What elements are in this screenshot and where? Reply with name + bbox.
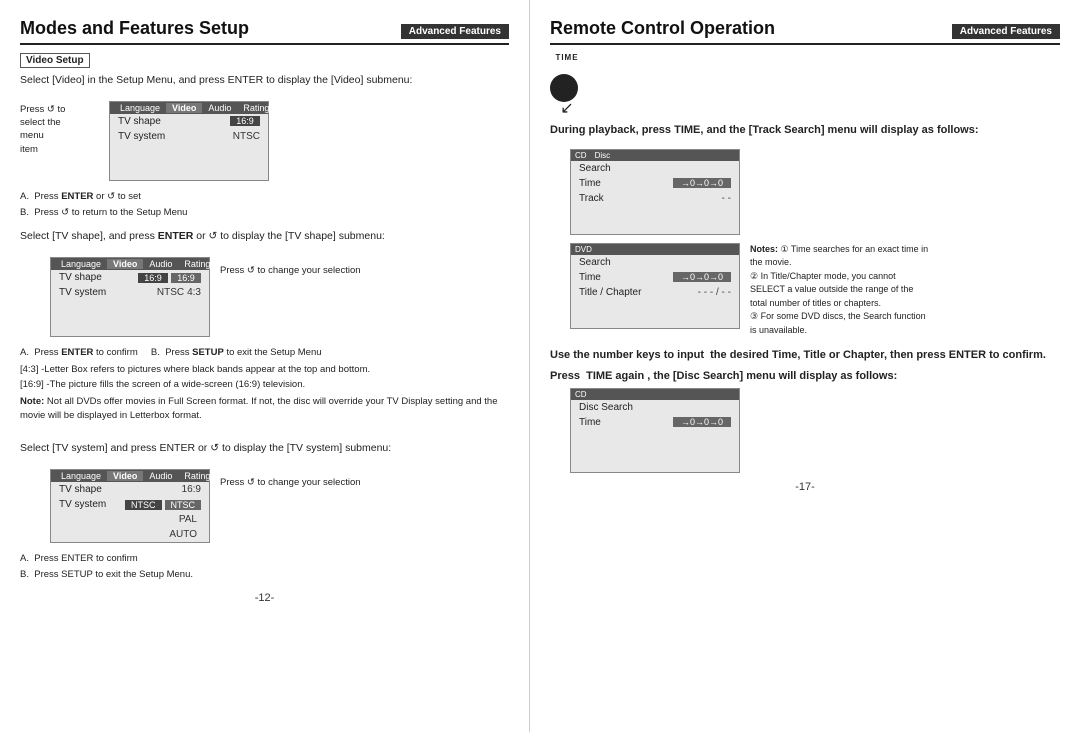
time-arrow-icon: ↙ xyxy=(560,98,573,118)
cd-menu-header: CDDisc xyxy=(571,150,739,161)
note2: ② In Title/Chapter mode, you cannot SELE… xyxy=(750,271,913,308)
menu3-box: Language Video Audio Rating TV shape 16:… xyxy=(50,469,210,543)
right-header: Remote Control Operation Advanced Featur… xyxy=(550,18,1060,45)
dvd-menu-header: DVD xyxy=(571,244,739,255)
time-icon-group: TIME ↙ xyxy=(550,53,584,118)
cd-track-row: Track - - xyxy=(571,191,739,206)
menu2-row: Language Video Audio Rating TV shape 16:… xyxy=(20,251,509,343)
disc-search-row: Disc Search xyxy=(571,400,739,415)
tab3-video: Video xyxy=(107,471,143,481)
note-main: Note: Not all DVDs offer movies in Full … xyxy=(20,395,509,424)
menu2-tvsystem: TV system NTSC 4:3 xyxy=(51,285,209,300)
tab2-language: Language xyxy=(55,259,107,269)
tab3-language: Language xyxy=(55,471,107,481)
playback-text: During playback, press TIME, and the [Tr… xyxy=(550,122,1060,139)
tab-rating: Rating xyxy=(237,103,275,113)
intro-text: Select [Video] in the Setup Menu, and pr… xyxy=(20,73,509,89)
left-page: Modes and Features Setup Advanced Featur… xyxy=(0,0,530,732)
menu1-box: Language Video Audio Rating TV shape 16:… xyxy=(109,101,269,181)
cd-time-row: Time →0→0→0 xyxy=(571,176,739,191)
cd-menu-box: CDDisc Search Time →0→0→0 Track - - xyxy=(570,149,740,235)
right-title: Remote Control Operation xyxy=(550,18,775,39)
menu3-tvsystem: TV system NTSC NTSC xyxy=(51,497,209,512)
instr1a: A. Press ENTER or ↺ to set xyxy=(20,190,509,203)
menu1-row: Press ↺ toselect the menuitem Language V… xyxy=(20,95,509,187)
tv-shape-section: Select [TV shape], and press ENTER or ↺ … xyxy=(20,229,509,423)
menu1-tvshape: TV shape 16:9 xyxy=(110,114,268,129)
press-time-text: Press TIME again , the [Disc Search] men… xyxy=(550,370,1060,382)
tab-language: Language xyxy=(114,103,166,113)
video-setup-section: Video Setup Select [Video] in the Setup … xyxy=(20,53,509,219)
disc-search-box: CD Disc Search Time →0→0→0 xyxy=(570,388,740,473)
menu1-header: Language Video Audio Rating xyxy=(110,102,268,114)
dvd-time-row: Time →0→0→0 xyxy=(571,270,739,285)
disc-header: CD xyxy=(571,389,739,400)
note-43: [4:3] -Letter Box refers to pictures whe… xyxy=(20,363,509,377)
dvd-title-row: Title / Chapter - - - / - - xyxy=(571,285,739,300)
tab2-rating: Rating xyxy=(178,259,216,269)
tv-system-text: Select [TV system] and press ENTER or ↺ … xyxy=(20,441,509,457)
cd-search-row: Search xyxy=(571,161,739,176)
menu2-box: Language Video Audio Rating TV shape 16:… xyxy=(50,257,210,337)
press-change3-note: Press ↺ to change your selection xyxy=(220,477,361,488)
tv-shape-text: Select [TV shape], and press ENTER or ↺ … xyxy=(20,229,509,245)
time-label: TIME xyxy=(555,53,578,62)
side-label1: Press ↺ toselect the menuitem xyxy=(20,103,75,156)
menu3-row: Language Video Audio Rating TV shape 16:… xyxy=(20,463,509,549)
left-page-num: -12- xyxy=(20,592,509,604)
tab3-audio: Audio xyxy=(143,471,178,481)
section-label: Video Setup xyxy=(20,53,90,68)
tab2-video: Video xyxy=(107,259,143,269)
note-169: [16:9] -The picture fills the screen of … xyxy=(20,378,509,392)
press-change-note: Press ↺ to change your selection xyxy=(220,265,361,276)
menu1-tvsystem: TV system NTSC xyxy=(110,129,268,144)
left-badge: Advanced Features xyxy=(401,24,509,39)
instr3b: B. Press SETUP to exit the Setup Menu. xyxy=(20,568,509,581)
disc-time-row: Time →0→0→0 xyxy=(571,415,739,430)
tab3-rating: Rating xyxy=(178,471,216,481)
time-section: TIME ↙ xyxy=(550,53,1060,118)
right-page-num: -17- xyxy=(550,481,1060,493)
dvd-menu-box: DVD Search Time →0→0→0 Title / Chapter -… xyxy=(570,243,740,329)
menu2-tvshape: TV shape 16:9 16:9 xyxy=(51,270,209,285)
menu3-tvshape: TV shape 16:9 xyxy=(51,482,209,497)
use-number-text: Use the number keys to input the desired… xyxy=(550,347,1060,364)
notes-title: Notes: xyxy=(750,244,781,254)
left-title: Modes and Features Setup xyxy=(20,18,249,39)
tv-system-section: Select [TV system] and press ENTER or ↺ … xyxy=(20,441,509,581)
dvd-notes-section: DVD Search Time →0→0→0 Title / Chapter -… xyxy=(550,243,1060,338)
right-page: Remote Control Operation Advanced Featur… xyxy=(530,0,1080,732)
instr3a: A. Press ENTER to confirm xyxy=(20,552,509,565)
menu3-auto: AUTO xyxy=(51,527,209,542)
menu3-header: Language Video Audio Rating xyxy=(51,470,209,482)
tab-video: Video xyxy=(166,103,202,113)
instr1b: B. Press ↺ to return to the Setup Menu xyxy=(20,206,509,219)
instr2a: A. Press ENTER to confirm B. Press SETUP… xyxy=(20,346,509,359)
dvd-search-row: Search xyxy=(571,255,739,270)
right-badge: Advanced Features xyxy=(952,24,1060,39)
note3: ③ For some DVD discs, the Search functio… xyxy=(750,311,926,335)
notes-box: Notes: ① Time searches for an exact time… xyxy=(750,243,930,338)
tab2-audio: Audio xyxy=(143,259,178,269)
menu3-pal: PAL xyxy=(51,512,209,527)
left-header: Modes and Features Setup Advanced Featur… xyxy=(20,18,509,45)
tab-audio: Audio xyxy=(202,103,237,113)
menu2-header: Language Video Audio Rating xyxy=(51,258,209,270)
